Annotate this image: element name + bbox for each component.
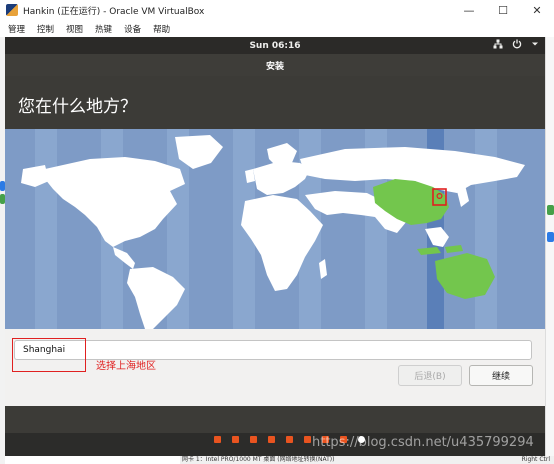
menu-view[interactable]: 视图 (66, 23, 83, 35)
back-button[interactable]: 后退(B) (398, 365, 462, 386)
host-desktop-right (545, 37, 554, 464)
power-icon[interactable] (512, 39, 522, 52)
continue-button[interactable]: 继续 (469, 365, 533, 386)
menu-help[interactable]: 帮助 (153, 23, 170, 35)
progress-dot (268, 436, 275, 443)
annotation-highlight-box (12, 338, 86, 372)
host-desktop-icon (547, 205, 554, 215)
host-desktop-icon (547, 232, 554, 242)
vbox-titlebar: Hankin (正在运行) - Oracle VM VirtualBox — ☐… (0, 0, 554, 20)
system-tray (493, 37, 539, 54)
panel-divider (5, 406, 545, 433)
network-icon[interactable] (493, 39, 503, 52)
menu-devices[interactable]: 设备 (124, 23, 141, 35)
progress-dot (304, 436, 311, 443)
clock[interactable]: Sun 06:16 (249, 41, 300, 51)
watermark: https://blog.csdn.net/u435799294 (312, 435, 534, 450)
menu-control[interactable]: 控制 (37, 23, 54, 35)
timezone-map[interactable] (5, 129, 545, 329)
location-panel: 选择上海地区 后退(B) 继续 (5, 329, 545, 406)
guest-screen: Sun 06:16 安装 您在什么地方？ Shanghai 选择上海地区 后退(… (5, 37, 545, 456)
virtualbox-app-icon (6, 4, 18, 16)
window-title: Hankin (正在运行) - Oracle VM VirtualBox (23, 6, 205, 17)
progress-dot (214, 436, 221, 443)
installer-title: 安装 (265, 61, 284, 72)
progress-dot (250, 436, 257, 443)
host-key-label: Right Ctrl (521, 456, 550, 463)
gnome-top-bar: Sun 06:16 (5, 37, 545, 54)
installer-header: 安装 (5, 54, 545, 76)
network-status-text: 网卡 1：Intel PRO/1000 MT 桌面 (网络地址转换(NAT)) (182, 456, 335, 463)
world-map (21, 135, 525, 329)
progress-dot (286, 436, 293, 443)
window-controls: — ☐ ✕ (452, 0, 554, 20)
close-icon[interactable]: ✕ (520, 0, 554, 20)
progress-dot (232, 436, 239, 443)
menu-manage[interactable]: 管理 (8, 23, 25, 35)
location-input[interactable] (14, 340, 532, 360)
vbox-menubar: 管理 控制 视图 热键 设备 帮助 (0, 20, 554, 38)
question-area: 您在什么地方？ (5, 76, 545, 129)
annotation-text: 选择上海地区 (96, 361, 156, 372)
page-title: 您在什么地方？ (18, 97, 137, 117)
chevron-down-icon[interactable] (531, 40, 539, 51)
menu-hotkeys[interactable]: 热键 (95, 23, 112, 35)
vbox-statusbar: 网卡 1：Intel PRO/1000 MT 桌面 (网络地址转换(NAT)) … (180, 456, 554, 464)
minimize-icon[interactable]: — (452, 0, 486, 20)
maximize-icon[interactable]: ☐ (486, 0, 520, 20)
